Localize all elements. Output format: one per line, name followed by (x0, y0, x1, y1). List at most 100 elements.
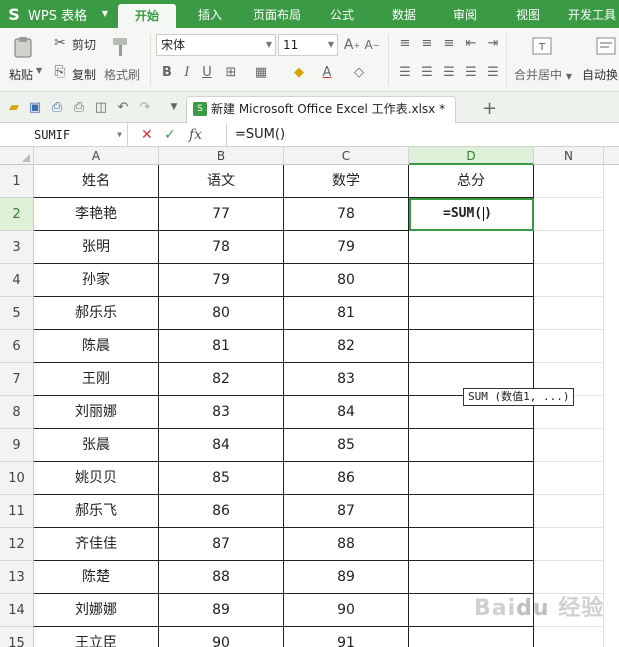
row-header[interactable]: 6 (0, 330, 34, 363)
app-menu-button[interactable]: S WPS 表格 ▼ (0, 0, 114, 28)
empty-cell[interactable] (534, 330, 604, 363)
math-score-cell[interactable]: 90 (284, 594, 409, 627)
total-cell[interactable] (409, 627, 534, 647)
name-cell[interactable]: 姚贝贝 (34, 462, 159, 495)
row-header[interactable]: 5 (0, 297, 34, 330)
row-header[interactable]: 14 (0, 594, 34, 627)
chinese-score-cell[interactable]: 81 (159, 330, 284, 363)
math-score-cell[interactable]: 82 (284, 330, 409, 363)
total-cell[interactable] (409, 297, 534, 330)
chinese-score-cell[interactable]: 89 (159, 594, 284, 627)
total-cell[interactable] (409, 462, 534, 495)
customize-toolbar-icon[interactable]: ▼ (166, 99, 182, 115)
math-score-cell[interactable]: 87 (284, 495, 409, 528)
row-header[interactable]: 12 (0, 528, 34, 561)
header-cell-math[interactable]: 数学 (284, 165, 409, 198)
row-header[interactable]: 8 (0, 396, 34, 429)
align-center-icon[interactable]: ☰ (418, 63, 436, 81)
name-cell[interactable]: 王刚 (34, 363, 159, 396)
math-score-cell[interactable]: 80 (284, 264, 409, 297)
open-folder-icon[interactable]: ▰ (6, 99, 22, 115)
column-header-B[interactable]: B (159, 147, 284, 165)
name-cell[interactable]: 张晨 (34, 429, 159, 462)
chinese-score-cell[interactable]: 79 (159, 264, 284, 297)
chinese-score-cell[interactable]: 78 (159, 231, 284, 264)
math-score-cell[interactable]: 85 (284, 429, 409, 462)
empty-cell[interactable] (534, 297, 604, 330)
chinese-score-cell[interactable]: 83 (159, 396, 284, 429)
name-cell[interactable]: 郝乐飞 (34, 495, 159, 528)
format-painter-button[interactable]: 格式刷 (104, 66, 140, 83)
empty-cell[interactable] (534, 264, 604, 297)
active-cell-D2[interactable]: =SUM() (409, 198, 534, 231)
name-cell[interactable]: 齐佳佳 (34, 528, 159, 561)
column-header-C[interactable]: C (284, 147, 409, 165)
math-score-cell[interactable]: 84 (284, 396, 409, 429)
distributed-icon[interactable]: ☰ (484, 63, 502, 81)
empty-cell[interactable] (534, 165, 604, 198)
name-box[interactable]: SUMIF ▼ (0, 123, 128, 147)
header-cell-name[interactable]: 姓名 (34, 165, 159, 198)
merge-center-button[interactable]: 合并居中 ▼ (514, 66, 572, 83)
paste-button[interactable]: 粘贴 (9, 66, 33, 83)
row-header[interactable]: 11 (0, 495, 34, 528)
column-header-D[interactable]: D (409, 147, 534, 165)
underline-icon[interactable]: U (198, 63, 216, 81)
export-pdf-icon[interactable]: ⎙ (49, 99, 65, 115)
chinese-score-cell[interactable]: 90 (159, 627, 284, 647)
math-score-cell[interactable]: 78 (284, 198, 409, 231)
row-header[interactable]: 1 (0, 165, 34, 198)
save-icon[interactable]: ▣ (27, 99, 43, 115)
chinese-score-cell[interactable]: 87 (159, 528, 284, 561)
indent-increase-icon[interactable]: ⇥ (484, 34, 502, 52)
menu-tab-1[interactable]: 插入 (185, 0, 235, 28)
name-cell[interactable]: 刘娜娜 (34, 594, 159, 627)
fill-color-icon[interactable]: ◆ (290, 63, 308, 81)
menu-tab-6[interactable]: 视图 (499, 0, 557, 28)
row-header[interactable]: 15 (0, 627, 34, 647)
empty-cell[interactable] (534, 495, 604, 528)
select-all-corner[interactable] (0, 147, 34, 165)
empty-cell[interactable] (534, 462, 604, 495)
total-cell[interactable] (409, 231, 534, 264)
paste-dropdown-icon[interactable]: ▼ (36, 66, 42, 75)
justify-icon[interactable]: ☰ (462, 63, 480, 81)
menu-tab-5[interactable]: 审阅 (437, 0, 493, 28)
math-score-cell[interactable]: 89 (284, 561, 409, 594)
font-size-select[interactable]: 11 ▼ (278, 34, 338, 56)
name-cell[interactable]: 陈晨 (34, 330, 159, 363)
copy-button[interactable]: 复制 (72, 66, 96, 83)
chinese-score-cell[interactable]: 77 (159, 198, 284, 231)
increase-font-icon[interactable]: A + (343, 36, 361, 54)
total-cell[interactable] (409, 528, 534, 561)
insert-function-fx-icon[interactable]: fx (189, 123, 202, 147)
cell-pattern-icon[interactable]: ▦ (252, 63, 270, 81)
empty-cell[interactable] (534, 198, 604, 231)
indent-decrease-icon[interactable]: ⇤ (462, 34, 480, 52)
chinese-score-cell[interactable]: 82 (159, 363, 284, 396)
row-header[interactable]: 13 (0, 561, 34, 594)
align-bottom-icon[interactable]: ≡ (440, 34, 458, 52)
menu-tab-3[interactable]: 公式 (319, 0, 365, 28)
math-score-cell[interactable]: 88 (284, 528, 409, 561)
chinese-score-cell[interactable]: 84 (159, 429, 284, 462)
empty-cell[interactable] (534, 528, 604, 561)
column-header-A[interactable]: A (34, 147, 159, 165)
align-top-icon[interactable]: ≡ (396, 34, 414, 52)
chinese-score-cell[interactable]: 85 (159, 462, 284, 495)
undo-icon[interactable]: ↶ (115, 99, 131, 115)
print-icon[interactable]: ⎙ (71, 99, 87, 115)
total-cell[interactable] (409, 495, 534, 528)
confirm-check-icon[interactable]: ✓ (164, 123, 176, 147)
name-cell[interactable]: 郝乐乐 (34, 297, 159, 330)
total-cell[interactable] (409, 330, 534, 363)
menu-tab-4[interactable]: 数据 (379, 0, 429, 28)
name-cell[interactable]: 张明 (34, 231, 159, 264)
redo-icon[interactable]: ↷ (137, 99, 153, 115)
name-cell[interactable]: 刘丽娜 (34, 396, 159, 429)
math-score-cell[interactable]: 79 (284, 231, 409, 264)
row-header[interactable]: 7 (0, 363, 34, 396)
paste-icon[interactable] (10, 34, 36, 60)
menu-tab-7[interactable]: 开发工具 (562, 0, 619, 28)
total-cell[interactable] (409, 429, 534, 462)
